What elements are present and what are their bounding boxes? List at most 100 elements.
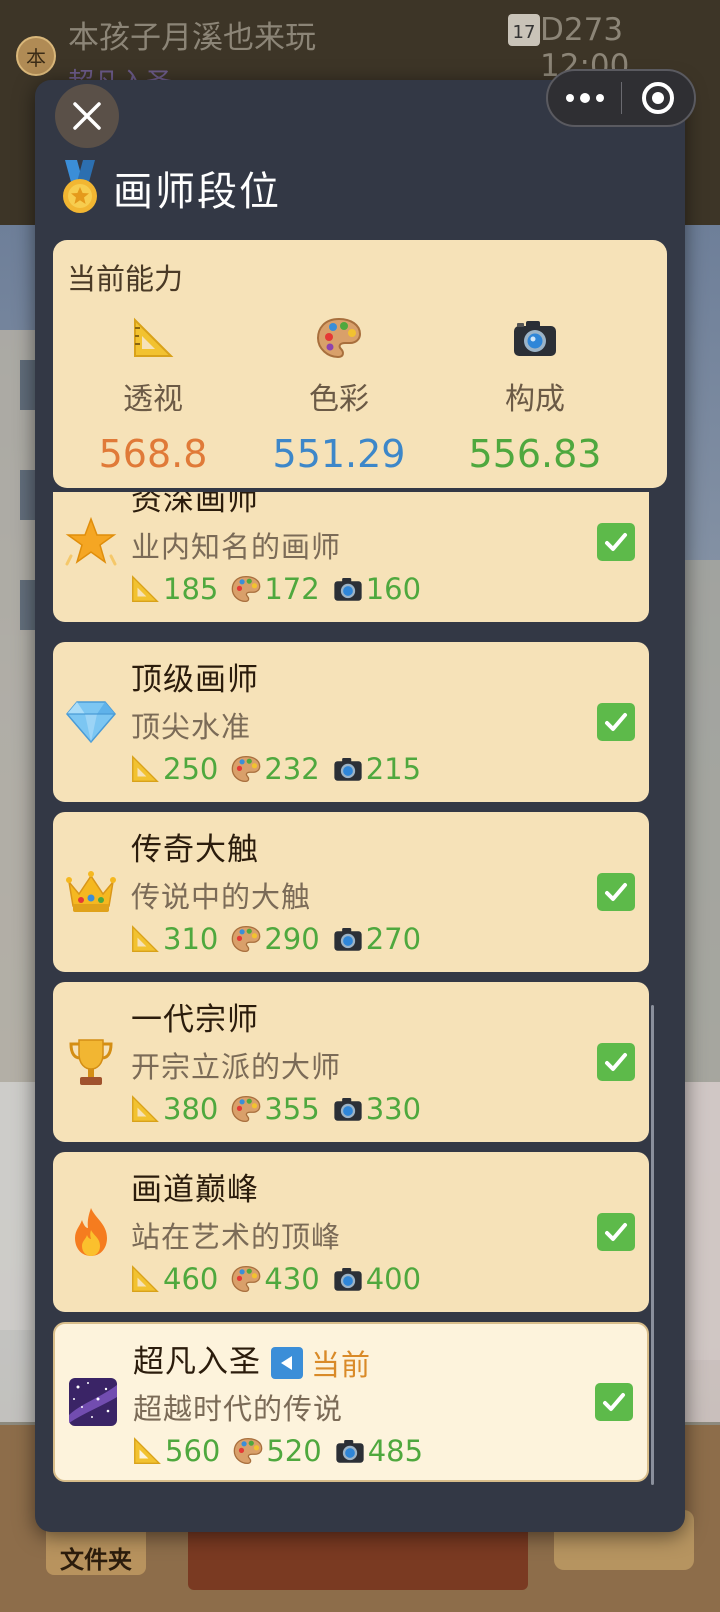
current-label: 当前 [311, 1348, 372, 1382]
req-composition: 485 [367, 1434, 424, 1468]
rank-name: 一代宗师 [131, 1002, 259, 1038]
rank-requirements: 310 290 270 [129, 922, 421, 956]
camera-icon [336, 1439, 364, 1463]
stat-value: 568.8 [98, 432, 208, 476]
rank-card[interactable]: 传奇大触 传说中的大触 310 290 270 [53, 812, 649, 972]
diamond-icon [66, 701, 116, 744]
close-button[interactable] [55, 84, 119, 148]
stat-perspective: 透视 568.8 [53, 312, 253, 476]
req-perspective: 560 [165, 1434, 221, 1468]
rank-card-current[interactable]: 超凡入圣 当前 超越时代的传说 560 520 485 [53, 1322, 649, 1482]
rank-desc: 站在艺术的顶峰 [131, 1220, 342, 1254]
rank-name: 超凡入圣 当前 [133, 1336, 371, 1384]
req-color: 355 [264, 1092, 320, 1126]
rank-list[interactable]: 资深画师 业内知名的画师 185 172 160 顶级画师 顶尖水准 250 2… [53, 492, 667, 1522]
stat-label: 色彩 [309, 382, 369, 417]
achieved-check-icon [597, 1043, 635, 1081]
req-perspective: 250 [163, 752, 219, 786]
rank-requirements: 250 232 215 [129, 752, 421, 786]
palette-icon [232, 755, 261, 783]
req-color: 172 [264, 572, 320, 606]
camera-icon [334, 577, 362, 601]
exit-mini-program-button[interactable] [622, 71, 694, 125]
crown-icon [66, 871, 116, 912]
side-window-right [680, 1082, 720, 1422]
stat-label: 透视 [123, 382, 183, 417]
achieved-check-icon [595, 1383, 633, 1421]
camera-icon [334, 1267, 362, 1291]
palette-icon [234, 1437, 263, 1465]
dot-icon [579, 93, 590, 103]
rank-card[interactable]: 顶级画师 顶尖水准 250 232 215 [53, 642, 649, 802]
rank-requirements: 380 355 330 [129, 1092, 421, 1126]
triangular-ruler-icon [134, 317, 174, 357]
rank-name: 传奇大触 [131, 832, 259, 868]
rank-desc: 顶尖水准 [131, 710, 252, 744]
rank-requirements: 560 520 485 [131, 1434, 423, 1468]
star-icon [65, 516, 117, 566]
ability-label: 当前能力 [67, 262, 184, 296]
rank-desc: 传说中的大触 [131, 880, 312, 914]
rank-name: 资深画师 [131, 492, 259, 518]
medal-icon [63, 160, 97, 213]
req-color: 290 [264, 922, 320, 956]
achieved-check-icon [597, 873, 635, 911]
achieved-check-icon [597, 703, 635, 741]
rank-card[interactable]: 一代宗师 开宗立派的大师 380 355 330 [53, 982, 649, 1142]
achieved-check-icon [597, 1213, 635, 1251]
triangular-ruler-icon [132, 1095, 159, 1122]
req-perspective: 185 [163, 572, 219, 606]
milky-way-icon [69, 1378, 117, 1426]
triangular-ruler-icon [132, 1265, 159, 1292]
req-composition: 215 [365, 752, 422, 786]
list-scrollbar[interactable] [651, 1005, 654, 1485]
day-counter: D273 [540, 12, 624, 48]
stat-label: 构成 [505, 382, 565, 417]
calendar-icon: 17 [508, 14, 540, 46]
modal-title: 画师段位 [113, 169, 281, 215]
stat-value: 551.29 [272, 432, 406, 476]
req-perspective: 310 [163, 922, 219, 956]
dot-icon [565, 94, 574, 102]
mini-program-capsule [546, 69, 696, 127]
rank-requirements: 460 430 400 [129, 1262, 421, 1296]
palette-icon [232, 1095, 261, 1123]
palette-icon [232, 1265, 261, 1293]
camera-icon [334, 927, 362, 951]
req-perspective: 380 [163, 1092, 219, 1126]
req-composition: 400 [365, 1262, 422, 1296]
player-name: 本孩子月溪也来玩 [68, 20, 316, 56]
target-icon [641, 82, 674, 114]
current-ability-panel: 当前能力 透视 568.8 色彩 551.29 构成 556.83 [53, 240, 667, 488]
rank-card[interactable]: 资深画师 业内知名的画师 185 172 160 [53, 492, 649, 622]
rank-name-text: 超凡入圣 [133, 1344, 261, 1380]
rank-desc: 开宗立派的大师 [131, 1050, 342, 1084]
req-composition: 330 [365, 1092, 422, 1126]
rank-desc: 超越时代的传说 [133, 1392, 344, 1426]
palette-icon [232, 575, 261, 603]
rank-card[interactable]: 画道巅峰 站在艺术的顶峰 460 430 400 [53, 1152, 649, 1312]
stat-value: 556.83 [468, 432, 602, 476]
triangular-ruler-icon [132, 925, 159, 952]
req-color: 430 [264, 1262, 320, 1296]
more-menu-button[interactable] [548, 71, 621, 125]
left-arrow-icon [271, 1347, 303, 1379]
stat-color: 色彩 551.29 [239, 312, 439, 476]
req-perspective: 460 [163, 1262, 219, 1296]
fire-icon [75, 1208, 107, 1256]
camera-icon [514, 321, 556, 356]
req-color: 520 [266, 1434, 322, 1468]
achieved-check-icon [597, 523, 635, 561]
current-tag: 当前 [271, 1342, 371, 1384]
palette-icon [316, 317, 362, 359]
camera-icon [334, 1097, 362, 1121]
rank-name: 顶级画师 [131, 662, 259, 698]
req-composition: 270 [365, 922, 422, 956]
painter-rank-modal: 画师段位 当前能力 透视 568.8 色彩 551.29 构成 556.83 资… [35, 80, 685, 1532]
req-composition: 160 [365, 572, 422, 606]
req-color: 232 [264, 752, 320, 786]
triangular-ruler-icon [132, 755, 159, 782]
avatar[interactable]: 本 [16, 36, 56, 76]
modal-header: 画师段位 [57, 158, 281, 218]
camera-icon [334, 757, 362, 781]
